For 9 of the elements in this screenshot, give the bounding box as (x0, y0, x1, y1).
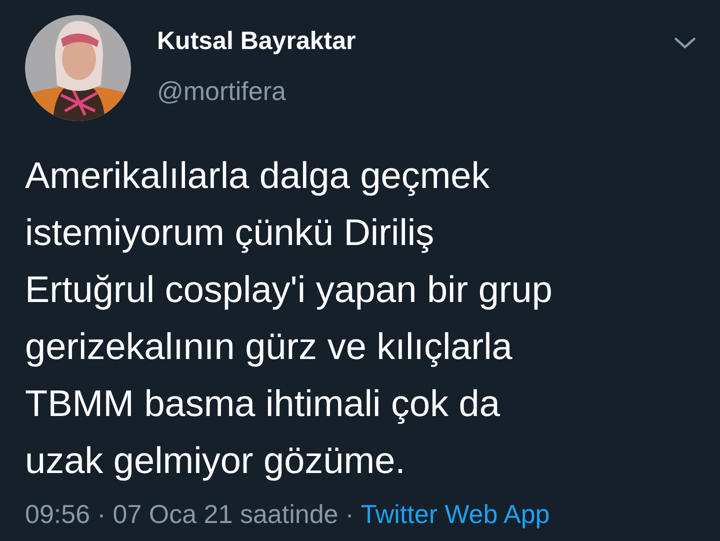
source-link[interactable]: Twitter Web App (360, 499, 550, 530)
author-name[interactable]: Kutsal Bayraktar (157, 27, 356, 56)
separator: · (97, 499, 106, 530)
tweet-date: 07 Oca 21 saatinde (112, 499, 338, 530)
separator: · (345, 499, 354, 530)
tweet-text: Amerikalılarla dalga geçmek istemiyorum çünkü Diriliş Ertuğrul cosplay'i yapan bir grup gerizekalının gürz ve kılıçlarla TBMM basma ihtimali çok da uzak gelmiyor gözüme. (25, 154, 554, 483)
tweet-time: 09:56 (25, 499, 90, 530)
chevron-down-icon[interactable] (674, 37, 696, 50)
author-handle[interactable]: @mortifera (157, 76, 356, 107)
